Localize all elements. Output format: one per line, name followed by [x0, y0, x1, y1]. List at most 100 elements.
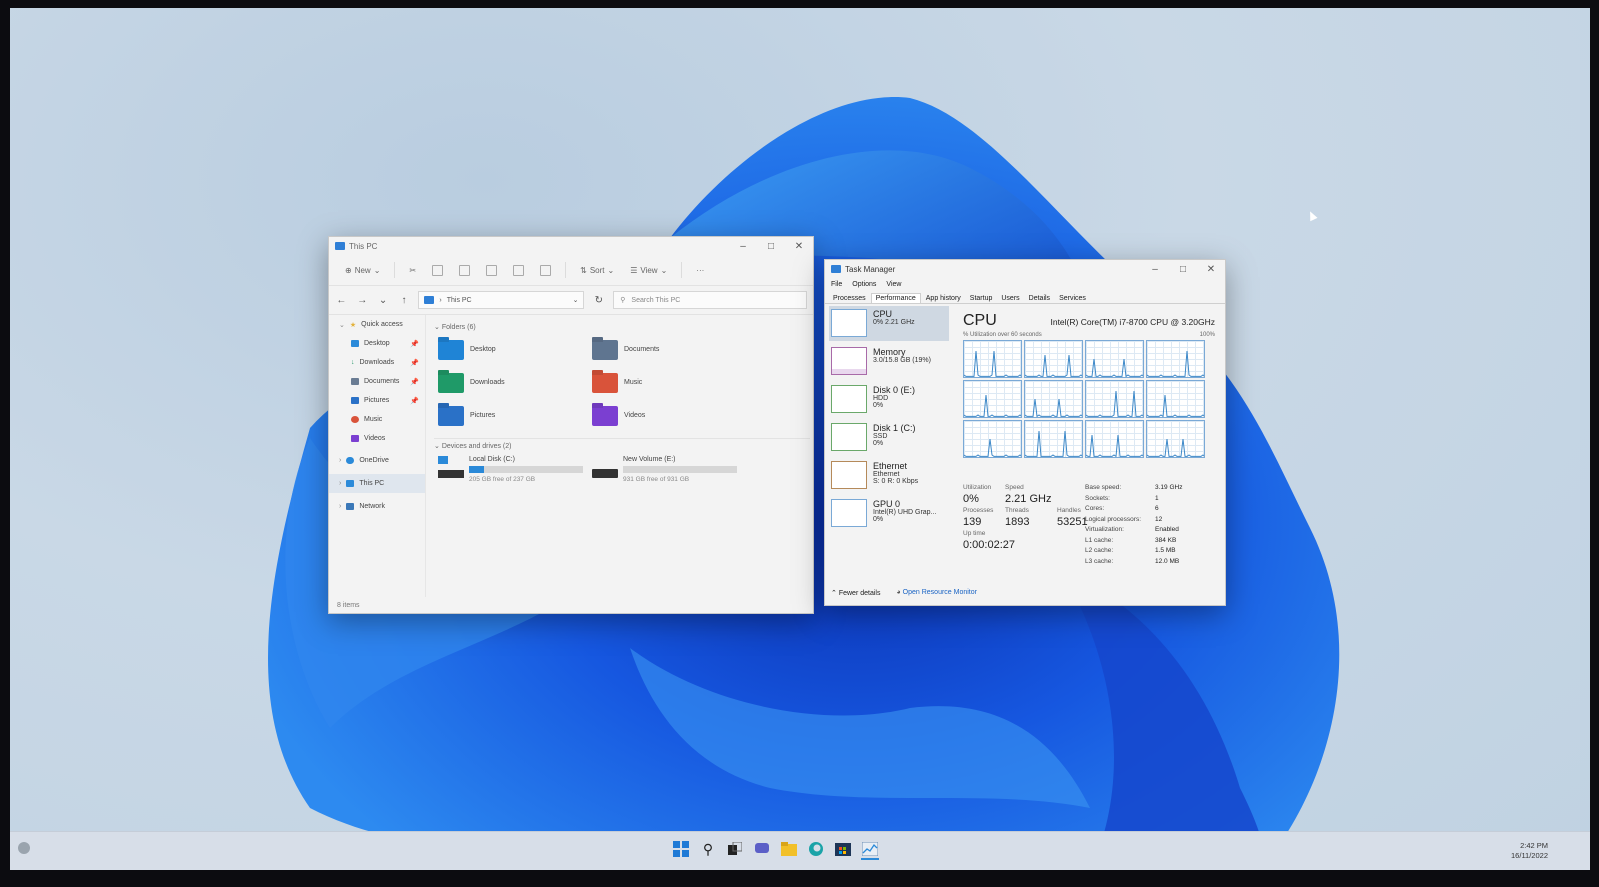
- new-button[interactable]: ⊕ New ⌄: [339, 263, 386, 278]
- nav-label: Videos: [364, 435, 386, 442]
- more-options-button[interactable]: ···: [690, 263, 710, 278]
- sort-button[interactable]: ⇅ Sort ⌄: [574, 263, 620, 278]
- chevron-down-icon[interactable]: ⌄: [573, 296, 579, 304]
- spec-value: 1: [1155, 494, 1159, 502]
- forward-arrow-icon[interactable]: →: [356, 295, 369, 306]
- nav-desktop[interactable]: Desktop 📌: [329, 334, 425, 353]
- chevron-down-icon: ⌄: [434, 443, 440, 450]
- computer-icon: [346, 480, 355, 487]
- cloud-icon: [346, 457, 355, 464]
- folder-music[interactable]: Music: [592, 370, 746, 395]
- resource-list: CPU 0% 2.21 GHz Memory 3.0/15.8 GB (19%) D…: [829, 306, 949, 534]
- widgets-icon[interactable]: [18, 842, 30, 854]
- folder-desktop[interactable]: Desktop: [438, 337, 592, 362]
- tab-services[interactable]: Services: [1055, 294, 1090, 303]
- paste-button[interactable]: [453, 262, 476, 279]
- tab-users[interactable]: Users: [997, 294, 1023, 303]
- nav-downloads[interactable]: ↓ Downloads 📌: [329, 353, 425, 372]
- start-button[interactable]: [672, 840, 690, 858]
- desktop-folder-icon: [438, 339, 464, 360]
- minimize-button[interactable]: –: [729, 241, 757, 252]
- folder-pictures[interactable]: Pictures: [438, 403, 592, 428]
- delete-button[interactable]: [534, 262, 557, 279]
- tab-details[interactable]: Details: [1025, 294, 1054, 303]
- resource-detail: Intel(R) UHD Grap...: [873, 509, 937, 516]
- nav-onedrive[interactable]: › OneDrive: [329, 451, 425, 470]
- open-resource-monitor-link[interactable]: ◕ Open Resource Monitor: [896, 589, 977, 597]
- nav-music[interactable]: Music: [329, 410, 425, 429]
- nav-this-pc[interactable]: › This PC: [329, 474, 425, 493]
- resource-gpu[interactable]: GPU 0 Intel(R) UHD Grap... 0%: [829, 496, 949, 531]
- menu-view[interactable]: View: [886, 281, 901, 288]
- nav-network[interactable]: › Network: [329, 497, 425, 516]
- resource-cpu[interactable]: CPU 0% 2.21 GHz: [829, 306, 949, 341]
- resource-disk1[interactable]: Disk 1 (C:) SSD 0%: [829, 420, 949, 455]
- cpu-spec-list: Base speed: 3.19 GHz Sockets: 1 Cores: 6 Logic…: [1085, 484, 1215, 568]
- tab-processes[interactable]: Processes: [829, 294, 870, 303]
- search-input[interactable]: ⚲ Search This PC: [613, 291, 808, 309]
- share-button[interactable]: [507, 262, 530, 279]
- spec-key: Sockets:: [1085, 494, 1110, 502]
- drive-e[interactable]: New Volume (E:) 931 GB free of 931 GB: [592, 456, 746, 483]
- drive-c[interactable]: Local Disk (C:) 205 GB free of 237 GB: [438, 456, 592, 483]
- close-button[interactable]: ✕: [785, 241, 813, 252]
- task-view-button[interactable]: [726, 840, 744, 858]
- explorer-titlebar[interactable]: This PC – □ ✕: [329, 237, 813, 255]
- download-icon: ↓: [351, 359, 355, 366]
- cpu-model: Intel(R) Core(TM) i7-8700 CPU @ 3.20GHz: [1050, 317, 1215, 327]
- resource-ethernet[interactable]: Ethernet Ethernet S: 0 R: 0 Kbps: [829, 458, 949, 493]
- refresh-icon[interactable]: ↻: [592, 295, 605, 306]
- maximize-button[interactable]: □: [1169, 264, 1197, 275]
- up-arrow-icon[interactable]: ↑: [398, 295, 411, 306]
- folders-group-header[interactable]: ⌄ Folders (6): [434, 323, 810, 331]
- documents-icon: [351, 378, 359, 385]
- windows-logo-icon: [673, 841, 689, 857]
- spec-row: Sockets: 1: [1085, 495, 1215, 506]
- folder-videos[interactable]: Videos: [592, 403, 746, 428]
- cut-button[interactable]: ✂: [403, 263, 422, 278]
- toolbar-divider: [681, 262, 683, 278]
- resource-memory[interactable]: Memory 3.0/15.8 GB (19%): [829, 344, 949, 379]
- taskbar-apps: ⚲: [672, 840, 879, 860]
- cut-icon: ✂: [409, 265, 417, 275]
- taskmgr-titlebar[interactable]: Task Manager – □ ✕: [825, 260, 1225, 278]
- resource-disk0[interactable]: Disk 0 (E:) HDD 0%: [829, 382, 949, 417]
- chat-icon: [755, 843, 769, 853]
- tab-app-history[interactable]: App history: [922, 294, 965, 303]
- task-manager-button[interactable]: [861, 840, 879, 860]
- maximize-button[interactable]: □: [757, 241, 785, 252]
- nav-documents[interactable]: Documents 📌: [329, 372, 425, 391]
- menu-file[interactable]: File: [831, 281, 842, 288]
- recent-chevron-icon[interactable]: ⌄: [377, 295, 390, 306]
- nav-pictures[interactable]: Pictures 📌: [329, 391, 425, 410]
- nav-quick-access[interactable]: ⌄ ★ Quick access: [329, 315, 425, 334]
- resource-detail: 0%: [873, 402, 884, 409]
- menu-options[interactable]: Options: [852, 281, 876, 288]
- back-arrow-icon[interactable]: ←: [335, 295, 348, 306]
- edge-button[interactable]: [807, 840, 825, 858]
- folder-documents[interactable]: Documents: [592, 337, 746, 362]
- nav-videos[interactable]: Videos: [329, 429, 425, 448]
- windows-drive-icon: [438, 456, 464, 478]
- tab-performance[interactable]: Performance: [870, 293, 921, 303]
- close-button[interactable]: ✕: [1197, 264, 1225, 275]
- devices-group-header[interactable]: ⌄ Devices and drives (2): [434, 438, 810, 450]
- address-bar[interactable]: › This PC ⌄: [418, 291, 585, 309]
- search-button[interactable]: ⚲: [699, 840, 717, 858]
- chevron-down-icon: ⌄: [607, 265, 615, 275]
- rename-button[interactable]: [480, 262, 503, 279]
- fewer-details-button[interactable]: ⌃ Fewer details: [831, 589, 880, 597]
- minimize-button[interactable]: –: [1141, 264, 1169, 275]
- music-folder-icon: [592, 372, 618, 393]
- logical-processor-graph: [1146, 380, 1205, 418]
- system-clock[interactable]: 2:42 PM 16/11/2022: [1511, 841, 1548, 861]
- file-explorer-button[interactable]: [780, 840, 798, 858]
- chat-button[interactable]: [753, 840, 771, 858]
- resource-name: Disk 0 (E:): [873, 385, 916, 395]
- spec-key: Logical processors:: [1085, 515, 1141, 523]
- folder-downloads[interactable]: Downloads: [438, 370, 592, 395]
- copy-button[interactable]: [426, 262, 449, 279]
- view-button[interactable]: ☰ View ⌄: [624, 263, 673, 278]
- tab-startup[interactable]: Startup: [966, 294, 997, 303]
- store-button[interactable]: [834, 840, 852, 858]
